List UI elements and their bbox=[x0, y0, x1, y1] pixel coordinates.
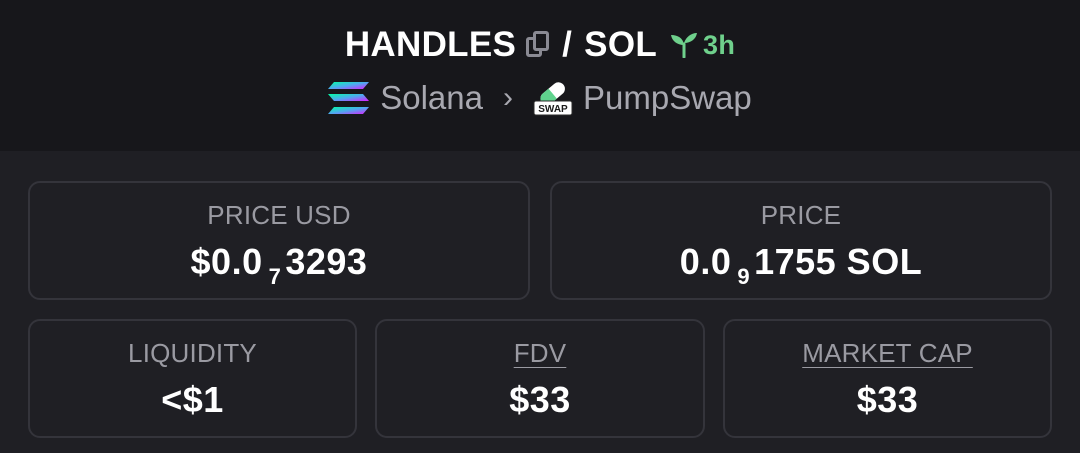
pair-title: HANDLES / SOL 3h bbox=[0, 22, 1080, 68]
fdv-value: $33 bbox=[509, 379, 571, 420]
pumpswap-icon: SWAP bbox=[533, 82, 573, 116]
price-usd-value: $0.0 7 3293 bbox=[190, 241, 368, 289]
price-usd-label: PRICE USD bbox=[207, 200, 351, 230]
pair-age-badge: 3h bbox=[669, 30, 735, 61]
solana-icon bbox=[328, 82, 370, 114]
dex-badge-text: SWAP bbox=[538, 104, 568, 115]
price-native-zero-count: 9 bbox=[737, 264, 751, 289]
dex-name: PumpSwap bbox=[583, 79, 752, 116]
market-cap-value: $33 bbox=[856, 379, 919, 420]
pair-separator: / bbox=[562, 25, 573, 64]
price-native-card: PRICE 0.0 9 1755 SOL bbox=[550, 181, 1052, 300]
market-cap-card: MARKET CAP $33 bbox=[723, 319, 1052, 438]
pair-age: 3h bbox=[703, 29, 736, 60]
price-native-label: PRICE bbox=[760, 200, 842, 230]
liquidity-card: LIQUIDITY <$1 bbox=[28, 319, 357, 438]
chain-name: Solana bbox=[380, 79, 483, 116]
liquidity-value: <$1 bbox=[161, 379, 224, 420]
fdv-card: FDV $33 bbox=[375, 319, 705, 438]
copy-icon[interactable] bbox=[524, 30, 552, 60]
pair-header: HANDLES / SOL 3h Solana › SWAP PumpSwap bbox=[0, 0, 1080, 151]
route-breadcrumb: Solana › SWAP PumpSwap bbox=[0, 75, 1080, 121]
quote-token-symbol: SOL bbox=[584, 25, 658, 64]
liquidity-label: LIQUIDITY bbox=[128, 338, 257, 368]
market-cap-label[interactable]: MARKET CAP bbox=[725, 338, 1050, 369]
price-usd-card: PRICE USD $0.0 7 3293 bbox=[28, 181, 530, 300]
sprout-icon bbox=[671, 33, 698, 58]
base-token-symbol: HANDLES bbox=[344, 25, 517, 64]
chain-link[interactable]: Solana bbox=[328, 79, 483, 117]
price-usd-zero-count: 7 bbox=[268, 264, 282, 289]
chevron-right-icon: › bbox=[503, 81, 513, 114]
fdv-label[interactable]: FDV bbox=[377, 338, 703, 369]
dex-link[interactable]: SWAP PumpSwap bbox=[533, 78, 752, 118]
price-native-value: 0.0 9 1755 SOL bbox=[679, 241, 923, 289]
